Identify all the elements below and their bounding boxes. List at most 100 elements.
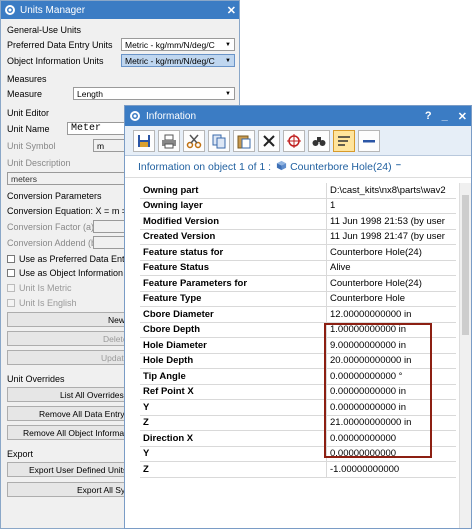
preferred-data-entry-units-label: Preferred Data Entry Units (7, 40, 113, 50)
vertical-scrollbar[interactable] (459, 183, 471, 528)
paste-icon[interactable] (233, 129, 255, 152)
table-row: Tip Angle 0.00000000000 ° (140, 369, 456, 385)
save-icon[interactable] (133, 129, 155, 152)
table-row: Direction X 0.00000000000 (140, 431, 456, 447)
property-value: 0.00000000000 (330, 448, 397, 460)
close-icon[interactable]: ✕ (227, 4, 236, 17)
property-name: Cbore Depth (140, 322, 327, 337)
units-manager-titlebar[interactable]: Units Manager ✕ (1, 1, 239, 19)
unit-description-label: Unit Description (7, 158, 71, 168)
scrollbar-thumb[interactable] (462, 195, 469, 335)
property-name: Feature Status (140, 260, 327, 275)
table-row: Feature Parameters for Counterbore Hole(2… (140, 276, 456, 292)
minus-icon[interactable] (358, 129, 380, 152)
unit-name-label: Unit Name (7, 124, 50, 134)
information-toolbar (125, 126, 471, 156)
table-row: Feature Status Alive (140, 260, 456, 276)
property-value: Counterbore Hole(24) (330, 246, 422, 258)
property-name: Modified Version (140, 214, 327, 229)
property-value: 0.00000000000 in (330, 401, 407, 413)
property-value: 0.00000000000 in (330, 386, 407, 398)
chevron-down-icon: ▼ (225, 90, 231, 97)
property-value: -1.00000000000 (330, 463, 400, 475)
information-window: Information ? _ ✕ Information on object … (124, 105, 472, 529)
property-name: Z (140, 462, 327, 477)
close-icon[interactable]: ✕ (458, 110, 467, 123)
unit-symbol-label: Unit Symbol (7, 141, 56, 151)
property-name: Owning layer (140, 198, 327, 213)
gear-icon (5, 5, 15, 15)
conversion-factor-label: Conversion Factor (a) (7, 222, 95, 232)
table-row: Z -1.00000000000 (140, 462, 456, 478)
property-value: Alive (330, 262, 351, 274)
table-row: Ref Point X 0.00000000000 in (140, 384, 456, 400)
table-row: Created Version 11 Jun 1998 21:47 (by use… (140, 229, 456, 245)
wrap-text-icon[interactable] (333, 129, 355, 152)
table-row: Modified Version 11 Jun 1998 21:53 (by us… (140, 214, 456, 230)
binoculars-icon[interactable] (308, 129, 330, 152)
table-row: Cbore Depth 1.00000000000 in (140, 322, 456, 338)
information-title: Information (146, 110, 197, 122)
information-header: Information on object 1 of 1 : Counterbo… (125, 156, 471, 178)
minimize-icon[interactable]: _ (442, 110, 448, 122)
object-information-units-select[interactable]: Metric - kg/mm/N/deg/C ▼ (121, 54, 235, 67)
property-value: 9.00000000000 in (330, 339, 407, 351)
preferred-data-entry-units-select[interactable]: Metric - kg/mm/N/deg/C ▼ (121, 38, 235, 51)
table-row: Owning part D:\cast_kits\nx8\parts\wav2 (140, 183, 456, 199)
information-table: Owning part D:\cast_kits\nx8\parts\wav2 Ow… (140, 183, 456, 478)
table-row: Y 0.00000000000 (140, 446, 456, 462)
property-name: Ref Point X (140, 384, 327, 399)
gear-icon (130, 111, 140, 121)
property-value: 0.00000000000 (330, 432, 397, 444)
property-name: Y (140, 400, 327, 415)
property-value: Counterbore Hole(24) (330, 277, 422, 289)
delete-icon[interactable] (258, 129, 280, 152)
property-name: Created Version (140, 229, 327, 244)
measure-select[interactable]: Length ▼ (73, 87, 235, 100)
property-name: Owning part (140, 183, 327, 198)
table-row: Feature Type Counterbore Hole (140, 291, 456, 307)
table-row: Owning layer 1 (140, 198, 456, 214)
copy-icon[interactable] (208, 129, 230, 152)
property-value: 11 Jun 1998 21:47 (by user (330, 231, 445, 243)
property-name: Feature Parameters for (140, 276, 327, 291)
property-value: Counterbore Hole (330, 293, 405, 305)
table-row: Z 21.00000000000 in (140, 415, 456, 431)
feature-cube-icon (276, 160, 287, 174)
units-manager-title: Units Manager (20, 4, 86, 16)
property-name: Tip Angle (140, 369, 327, 384)
property-value: 11 Jun 1998 21:53 (by user (330, 215, 445, 227)
measures-heading: Measures (7, 74, 47, 84)
table-row: Hole Diameter 9.00000000000 in (140, 338, 456, 354)
property-name: Hole Depth (140, 353, 327, 368)
table-row: Feature status for Counterbore Hole(24) (140, 245, 456, 261)
property-value: 1.00000000000 in (330, 324, 407, 336)
property-name: Hole Diameter (140, 338, 327, 353)
property-value: D:\cast_kits\nx8\parts\wav2 (330, 184, 446, 196)
table-row: Y 0.00000000000 in (140, 400, 456, 416)
table-row: Hole Depth 20.00000000000 in (140, 353, 456, 369)
property-name: Z (140, 415, 327, 430)
conversion-addend-label: Conversion Addend (b) (7, 238, 100, 248)
property-value: 0.00000000000 ° (330, 370, 403, 382)
property-value: 21.00000000000 in (330, 417, 412, 429)
print-icon[interactable] (158, 129, 180, 152)
property-name: Y (140, 446, 327, 461)
table-row: Cbore Diameter 12.00000000000 in (140, 307, 456, 323)
object-information-units-label: Object Information Units (7, 56, 104, 66)
chevron-down-icon: ▼ (225, 41, 231, 48)
collapse-icon[interactable]: ⁻ (396, 161, 402, 173)
chevron-down-icon: ▼ (225, 57, 231, 64)
property-name: Cbore Diameter (140, 307, 327, 322)
property-name: Direction X (140, 431, 327, 446)
property-value: 12.00000000000 in (330, 308, 412, 320)
target-icon[interactable] (283, 129, 305, 152)
general-use-units-heading: General-Use Units (7, 25, 82, 35)
property-value: 1 (330, 200, 336, 212)
scissors-icon[interactable] (183, 129, 205, 152)
property-value: 20.00000000000 in (330, 355, 412, 367)
information-titlebar[interactable]: Information ? _ ✕ (125, 106, 471, 126)
property-name: Feature status for (140, 245, 327, 260)
help-icon[interactable]: ? (425, 110, 432, 122)
measure-label: Measure (7, 89, 43, 99)
